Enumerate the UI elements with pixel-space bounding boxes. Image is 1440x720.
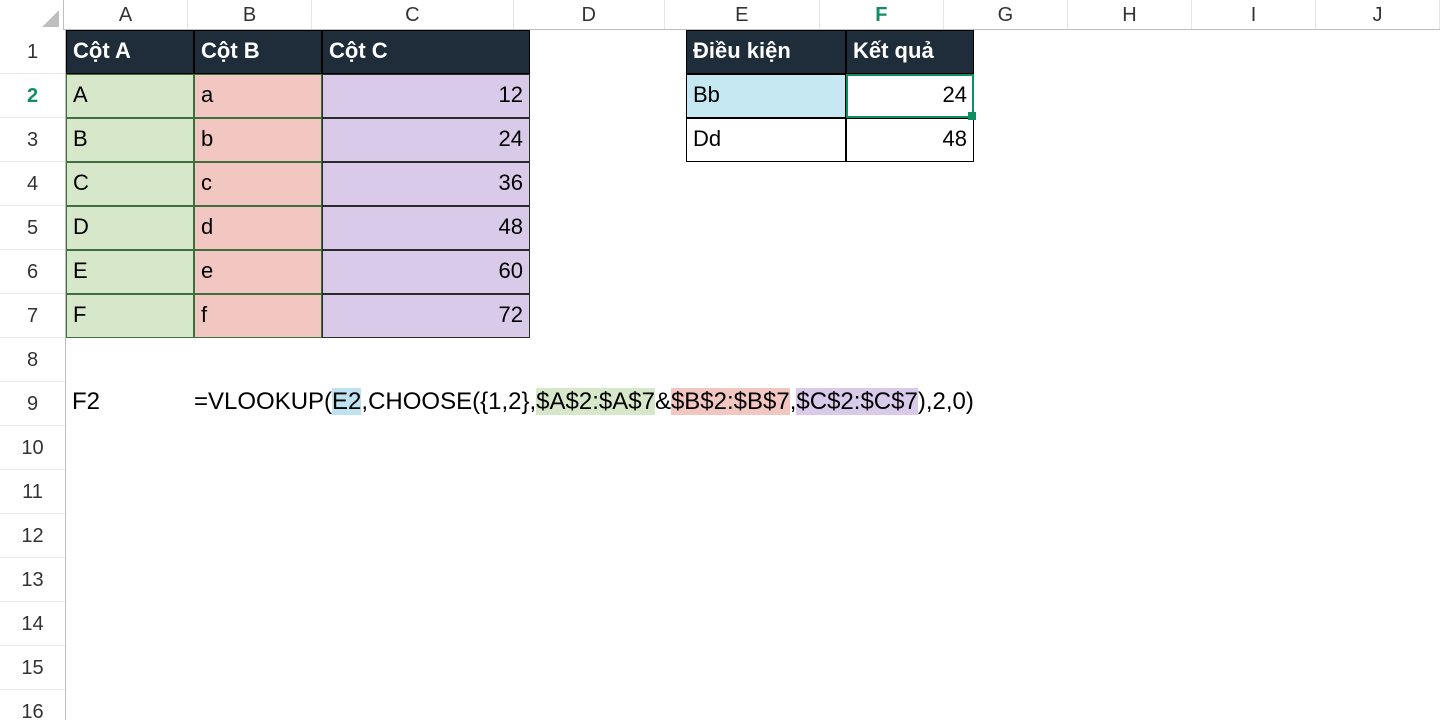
row-header-column: 1 2 3 4 5 6 7 8 9 10 11 12 13 14 15 16	[0, 30, 66, 720]
row-header-12[interactable]: 12	[0, 514, 65, 558]
cell-B5[interactable]: d	[194, 206, 322, 250]
row-header-2[interactable]: 2	[0, 74, 65, 118]
row-header-6[interactable]: 6	[0, 250, 65, 294]
cell-C2[interactable]: 12	[322, 74, 530, 118]
col-header-G[interactable]: G	[944, 0, 1068, 29]
cell-B6[interactable]: e	[194, 250, 322, 294]
cell-B2[interactable]: a	[194, 74, 322, 118]
col-header-D[interactable]: D	[514, 0, 665, 29]
row-header-16[interactable]: 16	[0, 690, 65, 720]
cell-grid[interactable]: Cột A Cột B Cột C A a 12 B b 24 C c 36 D…	[66, 30, 1440, 720]
select-all-corner[interactable]	[0, 0, 64, 30]
formula-ref-b: $B$2:$B$7	[671, 388, 790, 415]
formula-part: ),2,0)	[918, 388, 974, 415]
column-header-row: A B C D E F G H I J	[0, 0, 1440, 30]
formula-part: ,CHOOSE({1,2},	[361, 388, 536, 415]
col-header-J[interactable]: J	[1316, 0, 1440, 29]
row-header-7[interactable]: 7	[0, 294, 65, 338]
cell-F3[interactable]: 48	[846, 118, 974, 162]
cell-E2[interactable]: Bb	[686, 74, 846, 118]
cell-F1[interactable]: Kết quả	[846, 30, 974, 74]
cell-B7[interactable]: f	[194, 294, 322, 338]
formula-ref-a: $A$2:$A$7	[536, 388, 655, 415]
col-header-F[interactable]: F	[820, 0, 944, 29]
col-header-A[interactable]: A	[64, 0, 188, 29]
row-header-14[interactable]: 14	[0, 602, 65, 646]
formula-part: &	[655, 388, 671, 415]
cell-B1[interactable]: Cột B	[194, 30, 322, 74]
formula-ref-e2: E2	[332, 388, 361, 415]
row-header-1[interactable]: 1	[0, 30, 65, 74]
cell-E1[interactable]: Điều kiện	[686, 30, 846, 74]
cell-A3[interactable]: B	[66, 118, 194, 162]
spreadsheet: A B C D E F G H I J 1 2 3 4 5 6 7 8 9 10…	[0, 0, 1440, 720]
row-header-10[interactable]: 10	[0, 426, 65, 470]
cell-C6[interactable]: 60	[322, 250, 530, 294]
cell-A5[interactable]: D	[66, 206, 194, 250]
cell-B3[interactable]: b	[194, 118, 322, 162]
cell-F2[interactable]: 24	[846, 74, 974, 118]
cell-C7[interactable]: 72	[322, 294, 530, 338]
formula-text: =VLOOKUP(E2,CHOOSE({1,2},$A$2:$A$7&$B$2:…	[194, 388, 974, 416]
cell-C1[interactable]: Cột C	[322, 30, 530, 74]
col-header-H[interactable]: H	[1068, 0, 1192, 29]
row-header-13[interactable]: 13	[0, 558, 65, 602]
cell-B4[interactable]: c	[194, 162, 322, 206]
cell-A6[interactable]: E	[66, 250, 194, 294]
cell-A9[interactable]: F2	[66, 382, 194, 426]
cell-A2[interactable]: A	[66, 74, 194, 118]
cell-C4[interactable]: 36	[322, 162, 530, 206]
col-header-C[interactable]: C	[312, 0, 514, 29]
cell-E3[interactable]: Dd	[686, 118, 846, 162]
cell-C5[interactable]: 48	[322, 206, 530, 250]
cell-A7[interactable]: F	[66, 294, 194, 338]
col-header-I[interactable]: I	[1192, 0, 1316, 29]
col-header-E[interactable]: E	[665, 0, 820, 29]
cell-C3[interactable]: 24	[322, 118, 530, 162]
row-header-4[interactable]: 4	[0, 162, 65, 206]
cell-A1[interactable]: Cột A	[66, 30, 194, 74]
row-header-11[interactable]: 11	[0, 470, 65, 514]
col-header-B[interactable]: B	[188, 0, 312, 29]
row-header-8[interactable]: 8	[0, 338, 65, 382]
row-header-5[interactable]: 5	[0, 206, 65, 250]
row-header-3[interactable]: 3	[0, 118, 65, 162]
row-header-9[interactable]: 9	[0, 382, 65, 426]
row-header-15[interactable]: 15	[0, 646, 65, 690]
formula-ref-c: $C$2:$C$7	[796, 388, 917, 415]
formula-part: =VLOOKUP(	[194, 388, 332, 415]
cell-A4[interactable]: C	[66, 162, 194, 206]
